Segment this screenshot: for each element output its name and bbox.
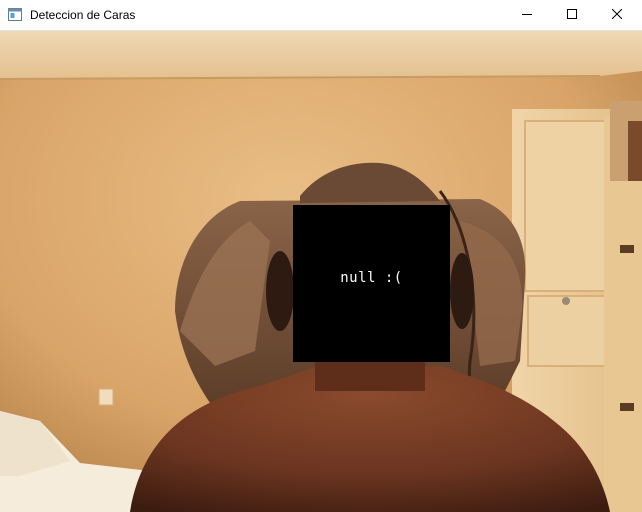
- maximize-icon: [567, 6, 577, 24]
- app-window: Deteccion de Caras null:(: [0, 0, 642, 512]
- face-detection-label: null :(: [340, 270, 403, 286]
- minimize-button[interactable]: [504, 0, 550, 30]
- close-icon: [611, 6, 623, 24]
- maximize-button[interactable]: [549, 0, 595, 30]
- app-icon: [8, 8, 22, 21]
- minimize-icon: [522, 6, 532, 24]
- window-title: Deteccion de Caras: [30, 8, 136, 22]
- title-bar[interactable]: Deteccion de Caras: [0, 0, 642, 31]
- close-button[interactable]: [594, 0, 640, 30]
